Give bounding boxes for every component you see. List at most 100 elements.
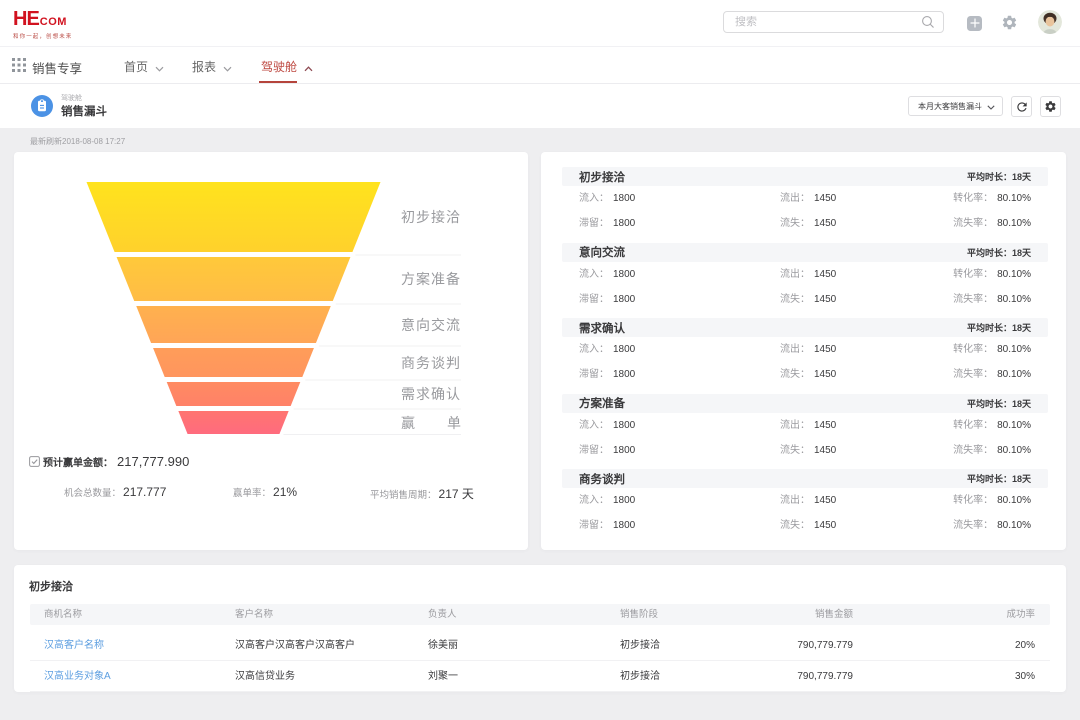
nav-item-label: 驾驶舱 [261,58,297,75]
breadcrumb: 驾驶舱 [61,93,82,103]
stage-metric: 流入：1800 [579,489,635,513]
stage-metric-row: 滞留：1800流失：1450流失率：80.10% [562,288,1048,312]
metric-value: 1450 [814,294,836,305]
table-row[interactable]: 汉高客户名称汉高客户汉高客户汉高客户徐美丽初步接洽790,779.77920% [30,631,1050,661]
funnel-stage-label: 需求确认 [401,386,461,402]
metric-value: 1800 [613,344,635,355]
metric-label: 滞留： [579,369,609,380]
funnel-segment-2[interactable] [136,306,331,343]
top-bar: HE com 和你一起，创想未来 [0,0,1080,47]
workspace-title[interactable]: 销售专享 [32,58,82,77]
search-icon[interactable] [921,15,935,29]
metric-label: 转化率： [953,495,993,506]
stage-metric: 流出：1450 [780,187,836,211]
funnel-stage-label: 意向交流 [401,317,461,333]
stat-value: 217.777 [123,485,166,499]
stage-name: 方案准备 [579,395,625,411]
metric-label: 流出： [780,344,810,355]
metric-label: 转化率： [953,344,993,355]
table-cell: 初步接洽 [620,662,660,692]
nav-bar: 销售专享 首页 报表 驾驶舱 [0,47,1080,84]
column-header[interactable]: 商机名称 [44,604,82,625]
active-tab-underline [259,81,297,83]
user-avatar[interactable] [1038,10,1062,34]
metric-label: 滞留： [579,520,609,531]
plus-icon [970,15,980,33]
funnel-segment-0[interactable] [87,182,381,252]
metric-label: 流入： [579,193,609,204]
opportunity-link[interactable]: 汉高客户名称 [44,631,104,661]
table-cell: 刘聚一 [428,662,458,692]
app-grid-icon[interactable] [12,58,26,72]
funnel-segment-3[interactable] [153,348,314,377]
funnel-segment-4[interactable] [167,382,301,406]
nav-item-reports[interactable]: 报表 [192,58,232,75]
stage-metric-row: 流入：1800流出：1450转化率：80.10% [562,187,1048,211]
search-input[interactable] [735,16,921,28]
metric-label: 流失： [780,218,810,229]
funnel-segment-1[interactable] [117,257,351,301]
stage-metric-row: 滞留：1800流失：1450流失率：80.10% [562,514,1048,538]
stage-metric-row: 流入：1800流出：1450转化率：80.10% [562,489,1048,513]
chart-settings-button[interactable] [1040,96,1061,117]
funnel-filter-value: 本月大客销售漏斗 [918,101,982,112]
chevron-up-icon [304,61,313,75]
stage-metric: 流失率：80.10% [953,363,1031,387]
opportunity-link[interactable]: 汉高业务对象A [44,662,111,692]
metric-value: 1800 [613,420,635,431]
nav-item-home[interactable]: 首页 [124,58,164,75]
funnel-filter-select[interactable]: 本月大客销售漏斗 [908,96,1003,116]
stage-block-header: 方案准备平均时长：18天 [562,394,1048,413]
stage-block-header: 初步接洽平均时长：18天 [562,167,1048,186]
stage-metric-row: 滞留：1800流失：1450流失率：80.10% [562,212,1048,236]
stage-duration: 平均时长：18天 [967,246,1031,259]
column-header[interactable]: 客户名称 [235,604,273,625]
stage-duration: 平均时长：18天 [967,472,1031,485]
metric-value: 1450 [814,445,836,456]
column-header[interactable]: 销售阶段 [620,604,658,625]
stat-win-rate: 赢单率： 21% [233,485,297,499]
hecom-logo[interactable]: HE com 和你一起，创想未来 [13,8,72,40]
add-button[interactable] [967,16,982,31]
stage-metric: 流失： 1450 [780,212,836,236]
metric-label: 流出： [780,193,810,204]
stage-metric: 转化率：80.10% [953,489,1031,513]
table-row[interactable]: 汉高业务对象A汉高信贷业务刘聚一初步接洽790,779.77930% [30,662,1050,692]
metric-value: 1800 [613,218,635,229]
metric-value: 80.10% [997,269,1031,280]
stage-metric: 流出：1450 [780,338,836,362]
nav-item-label: 报表 [192,58,216,75]
funnel-stage-label: 商务谈判 [401,355,461,371]
column-header[interactable]: 成功率 [1006,604,1035,625]
column-header[interactable]: 负责人 [428,604,457,625]
stage-duration: 平均时长：18天 [967,321,1031,334]
stage-block-header: 商务谈判平均时长：18天 [562,469,1048,488]
opportunity-table-card: 初步接洽 商机名称 客户名称 负责人 销售阶段 销售金额 成功率 汉高客户名称 汉高客户汉高… [14,565,1066,692]
funnel-card: 初步接洽方案准备意向交流商务谈判需求确认赢单 预计赢单金额： 217,777.9… [14,152,528,550]
stage-metric: 流入：1800 [579,263,635,287]
stage-metric-row: 滞留：1800流失：1450流失率：80.10% [562,439,1048,463]
table-cell: 初步接洽 [620,631,660,661]
column-header[interactable]: 销售金额 [815,604,853,625]
stage-metric: 流出：1450 [780,263,836,287]
settings-button[interactable] [1001,14,1018,31]
funnel-segment-5[interactable] [178,411,288,434]
stage-metric-row: 流入：1800流出：1450转化率：80.10% [562,263,1048,287]
report-icon [31,95,53,117]
stage-metric-row: 滞留：1800流失：1450流失率：80.10% [562,363,1048,387]
refresh-button[interactable] [1011,96,1032,117]
stage-metric: 流失率：80.10% [953,212,1031,236]
nav-item-cockpit[interactable]: 驾驶舱 [261,58,313,75]
funnel-stage-label: 赢单 [401,415,461,431]
stage-block-3: 方案准备平均时长：18天流入：1800流出：1450转化率：80.10%滞留：1… [562,394,1048,469]
global-search[interactable] [723,11,944,33]
table-cell: 汉高客户汉高客户汉高客户 [235,631,355,661]
metric-value: 1800 [613,193,635,204]
metric-value: 80.10% [997,520,1031,531]
stage-block-header: 意向交流平均时长：18天 [562,243,1048,262]
metric-value: 1450 [814,420,836,431]
table-cell: 徐美丽 [428,631,458,661]
metric-value: 80.10% [997,344,1031,355]
metric-value: 1450 [814,218,836,229]
stage-block-4: 商务谈判平均时长：18天流入：1800流出：1450转化率：80.10%滞留：1… [562,469,1048,544]
